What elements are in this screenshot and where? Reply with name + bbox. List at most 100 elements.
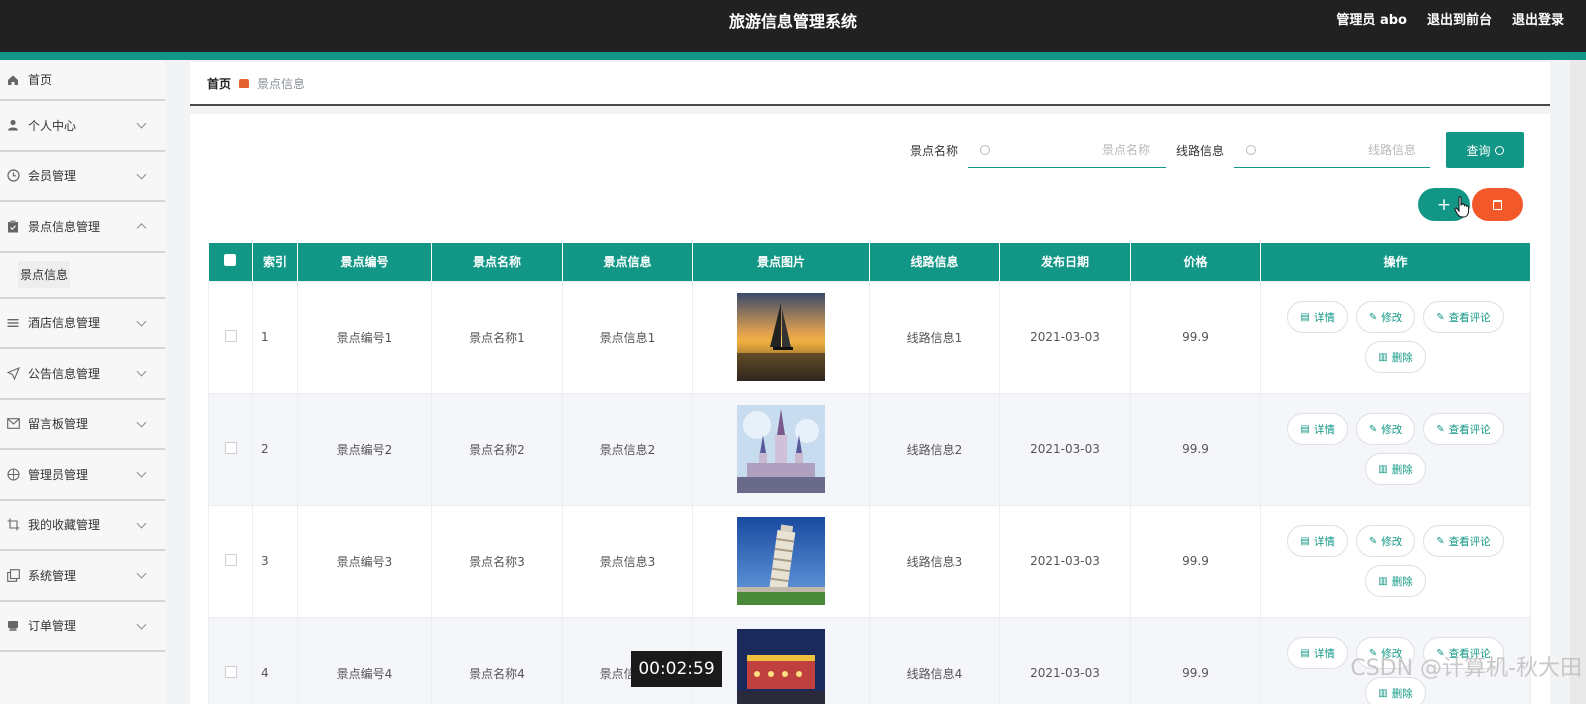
select-all-header[interactable] bbox=[208, 243, 253, 281]
code-cell: 景点编号4 bbox=[297, 616, 432, 704]
route-info-input[interactable] bbox=[1266, 142, 1416, 157]
crop-icon bbox=[6, 518, 20, 532]
top-navbar: 旅游信息管理系统 管理员 abo 退出到前台 退出登录 bbox=[0, 0, 1586, 60]
row-checkbox[interactable] bbox=[224, 665, 237, 678]
user-icon bbox=[6, 118, 20, 132]
trash-icon: ▥ bbox=[1378, 687, 1388, 699]
clipboard-icon bbox=[6, 219, 20, 233]
query-button-label: 查询 bbox=[1466, 143, 1491, 158]
breadcrumb-home[interactable]: 首页 bbox=[207, 75, 231, 92]
table-row: 1 景点编号1 景点名称1 景点信息1 线路信息1 2021-03-03 99.… bbox=[208, 280, 1531, 394]
document-icon: ▤ bbox=[1300, 423, 1310, 435]
sidebar-item-attractions[interactable]: 景点信息管理 bbox=[0, 202, 165, 253]
view-comments-button[interactable]: ✎ 查看评论 bbox=[1423, 525, 1504, 557]
view-comments-button[interactable]: ✎ 查看评论 bbox=[1423, 413, 1504, 445]
plus-icon: + bbox=[1436, 194, 1452, 215]
chevron-down-icon bbox=[136, 467, 147, 478]
sidebar-item-favorites[interactable]: 我的收藏管理 bbox=[0, 501, 165, 551]
route-cell: 线路信息4 bbox=[869, 616, 1000, 704]
sidebar-subitem-attraction-info[interactable]: 景点信息 bbox=[0, 253, 165, 299]
sidebar-item-guestbook[interactable]: 留言板管理 bbox=[0, 400, 165, 450]
actions-cell: ▤ 详情 ✎ 修改 ✎ 查看评论 ▥ 删除 bbox=[1260, 504, 1531, 618]
sidebar-item-orders[interactable]: 订单管理 bbox=[0, 602, 165, 652]
column-header: 景点图片 bbox=[692, 243, 870, 281]
attractions-table: 索引 景点编号 景点名称 景点信息 景点图片 线路信息 发布日期 价格 操作 1… bbox=[208, 243, 1531, 704]
edit-label: 修改 bbox=[1381, 423, 1403, 436]
detail-button[interactable]: ▤ 详情 bbox=[1287, 637, 1348, 669]
index-cell: 4 bbox=[252, 616, 298, 704]
sidebar-item-hotels[interactable]: 酒店信息管理 bbox=[0, 299, 165, 349]
batch-delete-button[interactable] bbox=[1472, 188, 1523, 221]
select-all-checkbox[interactable] bbox=[224, 254, 237, 267]
home-icon bbox=[6, 73, 20, 87]
view-comments-button[interactable]: ✎ 查看评论 bbox=[1423, 301, 1504, 333]
trash-icon bbox=[1493, 199, 1502, 210]
actions-cell: ▤ 详情 ✎ 修改 ✎ 查看评论 ▥ 删除 bbox=[1260, 280, 1531, 394]
attraction-name-label: 景点名称 bbox=[909, 143, 958, 158]
chevron-up-icon bbox=[136, 223, 147, 234]
view-comments-label: 查看评论 bbox=[1448, 423, 1491, 436]
row-checkbox[interactable] bbox=[224, 553, 237, 566]
delete-button[interactable]: ▥ 删除 bbox=[1365, 565, 1426, 597]
night-carousel-image[interactable] bbox=[737, 629, 825, 704]
edit-button[interactable]: ✎ 修改 bbox=[1355, 525, 1416, 557]
table-row: 3 景点编号3 景点名称3 景点信息3 线路信息3 2021-03-03 99.… bbox=[208, 504, 1531, 618]
attraction-name-input[interactable] bbox=[999, 142, 1150, 157]
scrollbar-track[interactable] bbox=[1570, 60, 1586, 704]
sidebar-item-label: 会员管理 bbox=[28, 169, 77, 184]
index-cell: 2 bbox=[252, 392, 298, 506]
sidebar-item-label: 我的收藏管理 bbox=[28, 518, 101, 533]
edit-button[interactable]: ✎ 修改 bbox=[1355, 301, 1416, 333]
sidebar-item-label: 酒店信息管理 bbox=[28, 316, 101, 331]
edit-label: 修改 bbox=[1381, 535, 1403, 548]
leaning-tower-image[interactable] bbox=[737, 517, 825, 605]
sidebar-item-members[interactable]: 会员管理 bbox=[0, 152, 165, 202]
breadcrumb-separator-icon bbox=[239, 78, 250, 88]
detail-button[interactable]: ▤ 详情 bbox=[1287, 413, 1348, 445]
row-select-cell bbox=[208, 504, 253, 618]
attraction-name-field bbox=[967, 132, 1166, 168]
price-cell: 99.9 bbox=[1130, 616, 1261, 704]
sidebar-item-announcements[interactable]: 公告信息管理 bbox=[0, 349, 165, 400]
trash-icon: ▥ bbox=[1378, 351, 1388, 363]
chevron-down-icon bbox=[136, 316, 147, 327]
query-button[interactable]: 查询 bbox=[1446, 132, 1524, 168]
detail-button[interactable]: ▤ 详情 bbox=[1287, 301, 1348, 333]
column-header: 线路信息 bbox=[869, 243, 1000, 281]
sunset-sailboat-image[interactable] bbox=[737, 293, 825, 381]
image-cell bbox=[692, 280, 870, 394]
sidebar-item-personal-center[interactable]: 个人中心 bbox=[0, 101, 165, 152]
delete-label: 删除 bbox=[1391, 575, 1413, 588]
row-select-cell bbox=[208, 616, 253, 704]
chevron-down-icon bbox=[136, 619, 147, 630]
exit-to-frontend-link[interactable]: 退出到前台 bbox=[1427, 9, 1492, 28]
trash-icon: ▥ bbox=[1378, 463, 1388, 475]
pencil-icon: ✎ bbox=[1368, 311, 1378, 323]
detail-button[interactable]: ▤ 详情 bbox=[1287, 525, 1348, 557]
sidebar-item-label: 首页 bbox=[28, 73, 53, 87]
sidebar-item-admins[interactable]: 管理员管理 bbox=[0, 450, 165, 501]
route-cell: 线路信息3 bbox=[869, 504, 1000, 618]
edit-button[interactable]: ✎ 修改 bbox=[1355, 413, 1416, 445]
row-checkbox[interactable] bbox=[224, 441, 237, 454]
castle-image[interactable] bbox=[737, 405, 825, 493]
logout-link[interactable]: 退出登录 bbox=[1512, 9, 1564, 28]
delete-label: 删除 bbox=[1391, 687, 1413, 700]
document-icon: ▤ bbox=[1300, 535, 1310, 547]
sidebar-item-home[interactable]: 首页 bbox=[0, 60, 165, 101]
chevron-down-icon bbox=[136, 568, 147, 579]
clock-icon bbox=[6, 169, 20, 183]
code-cell: 景点编号3 bbox=[297, 504, 432, 618]
pencil-icon: ✎ bbox=[1436, 535, 1445, 547]
delete-button[interactable]: ▥ 删除 bbox=[1365, 341, 1426, 373]
delete-button[interactable]: ▥ 删除 bbox=[1365, 453, 1426, 485]
chevron-down-icon bbox=[136, 518, 147, 529]
sidebar-item-system[interactable]: 系统管理 bbox=[0, 551, 165, 602]
admin-user-label[interactable]: 管理员 abo bbox=[1336, 9, 1407, 28]
row-checkbox[interactable] bbox=[224, 329, 237, 342]
document-icon: ▤ bbox=[1300, 647, 1310, 659]
code-cell: 景点编号2 bbox=[297, 392, 432, 506]
info-cell: 景点信息3 bbox=[562, 504, 693, 618]
breadcrumb: 首页 景点信息 bbox=[190, 62, 1550, 106]
printer-icon bbox=[6, 619, 20, 633]
